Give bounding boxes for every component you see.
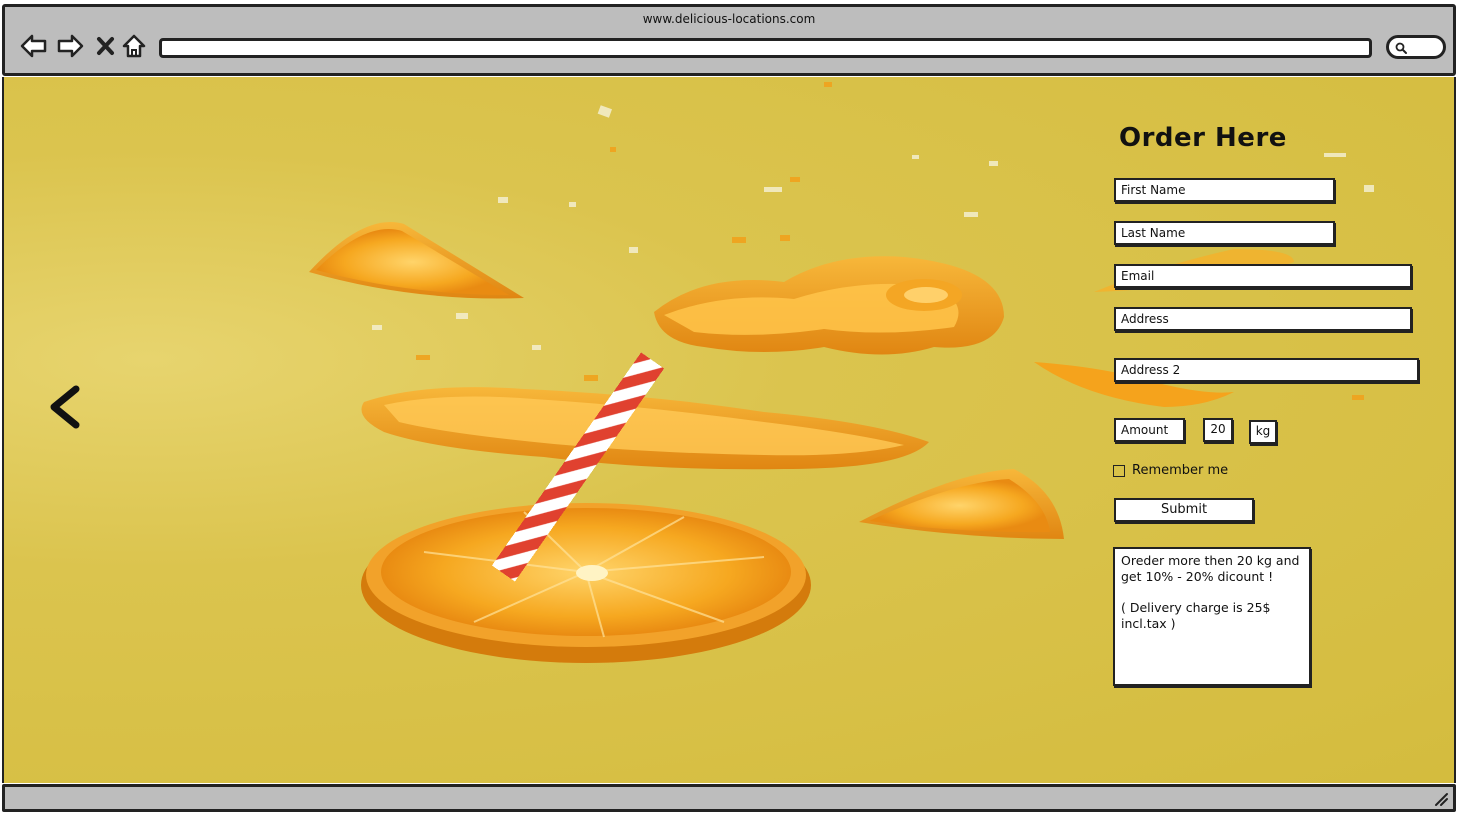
order-title: Order Here	[1119, 123, 1287, 153]
remember-checkbox[interactable]	[1113, 464, 1125, 477]
promo-note: Oreder more then 20 kg and get 10% - 20%…	[1113, 547, 1311, 686]
submit-button[interactable]: Submit	[1114, 498, 1254, 522]
url-caption: www.delicious-locations.com	[642, 12, 816, 26]
status-bar	[2, 784, 1456, 812]
address-bar[interactable]	[159, 38, 1372, 58]
browser-window: www.delicious-locations.com Order Here F…	[0, 0, 1462, 820]
content-area: Order Here 20 kg Remember me Submit Ored…	[2, 77, 1456, 783]
search-icon	[1395, 42, 1407, 54]
last-name-input[interactable]	[1114, 221, 1335, 245]
resize-grip-icon[interactable]	[1433, 791, 1449, 807]
unit-select[interactable]: kg	[1249, 420, 1277, 444]
home-icon[interactable]	[119, 31, 149, 61]
amount-input[interactable]	[1114, 418, 1185, 442]
back-arrow-icon[interactable]	[19, 31, 49, 61]
search-field[interactable]	[1386, 35, 1446, 59]
close-icon[interactable]	[91, 31, 115, 61]
address-input[interactable]	[1114, 307, 1412, 331]
forward-arrow-icon[interactable]	[55, 31, 85, 61]
first-name-input[interactable]	[1114, 178, 1335, 202]
remember-label: Remember me	[1132, 463, 1229, 478]
carousel-prev-button[interactable]	[46, 383, 86, 435]
remember-me[interactable]: Remember me	[1113, 463, 1228, 478]
address2-input[interactable]	[1114, 358, 1419, 382]
promo-discount-text: Oreder more then 20 kg and get 10% - 20%…	[1121, 553, 1300, 584]
delivery-charge-text: ( Delivery charge is 25$ incl.tax )	[1121, 600, 1271, 631]
amount-value[interactable]: 20	[1203, 418, 1233, 442]
email-input[interactable]	[1114, 264, 1412, 288]
browser-toolbar: www.delicious-locations.com	[2, 4, 1456, 76]
